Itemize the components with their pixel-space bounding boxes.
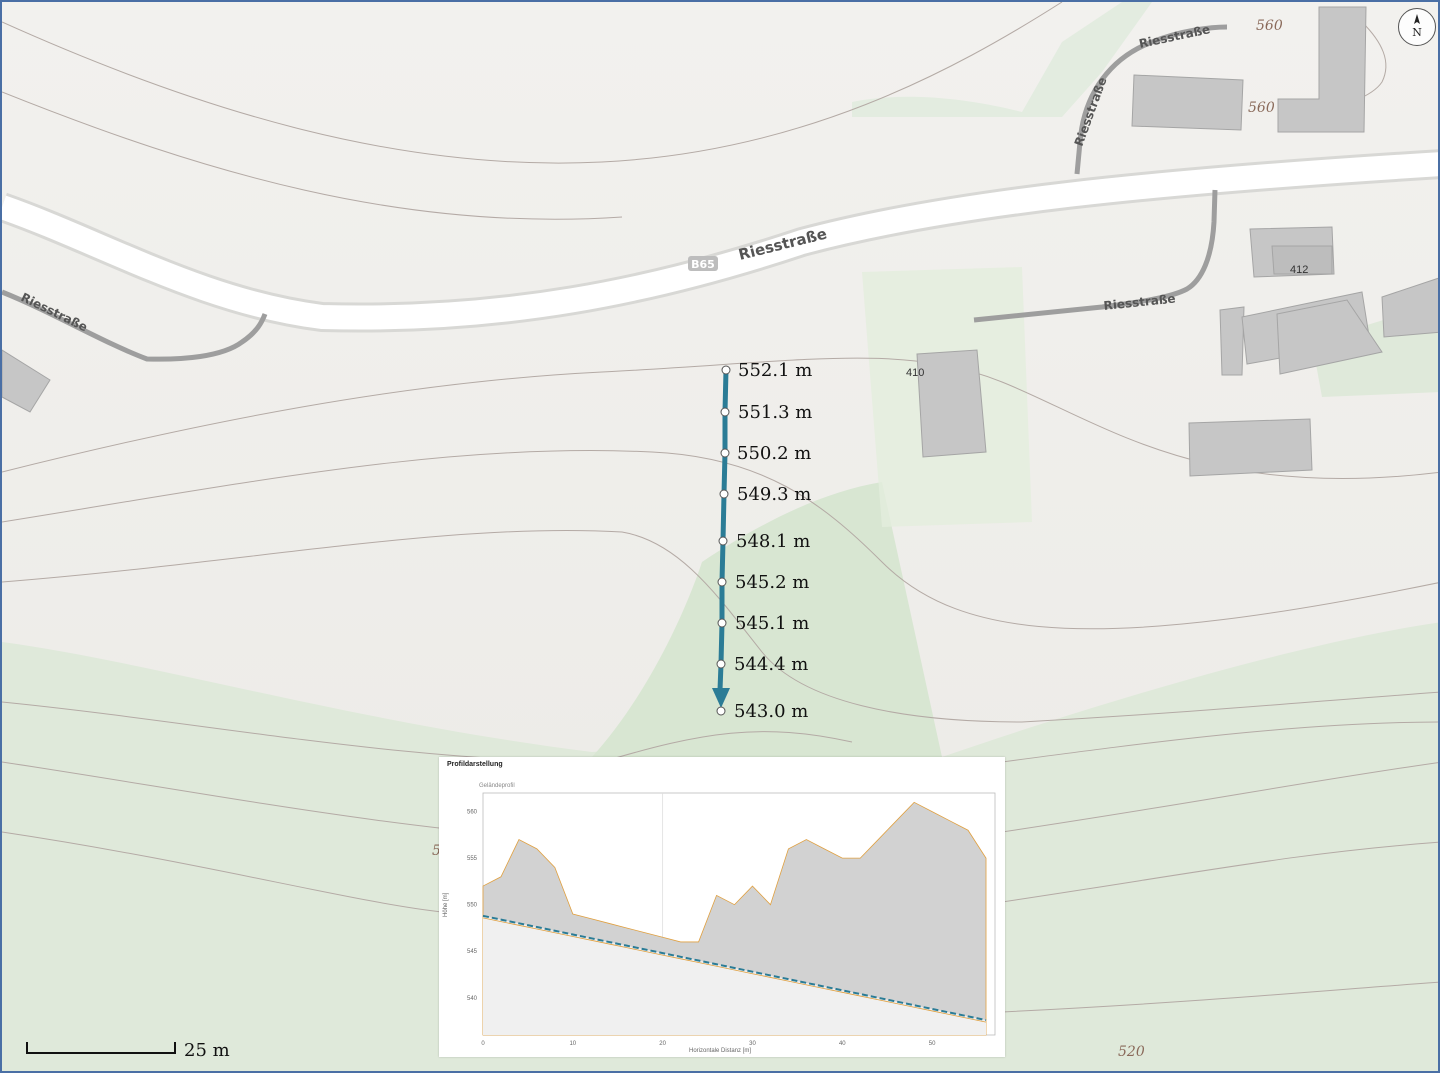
map-frame: B65 Riesstraße Riesstraße Riesstraße Rie… [0,0,1440,1073]
route-vertex [717,618,727,628]
elevation-label: 545.2 m [735,572,809,593]
elevation-label: 548.1 m [736,531,810,552]
contour-label: 560 [1256,18,1283,34]
building [916,349,987,458]
route-vertex [719,489,729,499]
building [1219,306,1245,376]
route-vertex [720,407,730,417]
elevation-label: 545.1 m [735,613,809,634]
elevation-label: 552.1 m [738,360,812,381]
house-number: 410 [906,367,924,379]
profile-y-axis-label: Höhe [m] [443,892,449,917]
x-tick-label: 20 [659,1041,666,1047]
x-tick-label: 40 [839,1041,846,1047]
contour-label: 520 [1118,1044,1145,1060]
north-arrow-icon: N [1398,8,1436,46]
elevation-label: 549.3 m [737,484,811,505]
profile-chart: 560 555 550 545 540 0 10 20 30 40 50 [467,792,996,1047]
y-tick-label: 545 [467,949,478,955]
profile-x-axis-label: Horizontale Distanz [m] [689,1048,752,1054]
scale-bar [26,1042,176,1054]
elevation-label: 551.3 m [738,402,812,423]
x-tick-label: 30 [749,1041,756,1047]
contour-label: 560 [1248,100,1275,116]
building [1188,418,1313,477]
route-vertex [721,365,731,375]
elevation-profile-panel[interactable]: Profildarstellung Geländeprofil 560 555 55… [439,757,1005,1057]
x-tick-label: 10 [569,1041,576,1047]
elevation-label: 544.4 m [734,654,808,675]
route-vertex [717,577,727,587]
y-tick-label: 540 [467,996,478,1002]
road-badge-label: B65 [691,258,715,271]
house-number: 412 [1290,264,1308,276]
y-tick-label: 555 [467,856,478,862]
north-label: N [1412,26,1422,39]
building [1131,74,1244,131]
route-vertex [716,659,726,669]
route-vertex [716,706,726,716]
route-vertex [720,448,730,458]
y-tick-label: 560 [467,810,478,816]
scale-label: 25 m [184,1040,230,1061]
elevation-label: 550.2 m [737,443,811,464]
route-vertex [718,536,728,546]
y-tick-label: 550 [467,903,478,909]
x-tick-label: 50 [929,1041,936,1047]
elevation-label: 543.0 m [734,701,808,722]
x-tick-label: 0 [481,1041,485,1047]
